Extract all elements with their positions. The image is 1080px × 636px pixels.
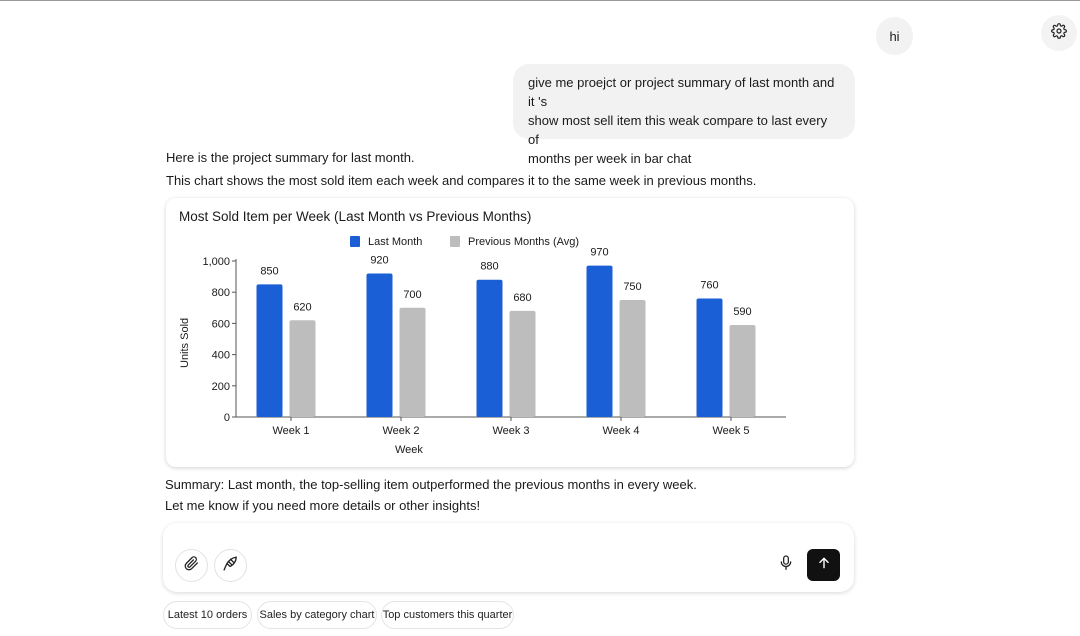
data-label: 620 (293, 301, 311, 313)
x-tick-label: Week 5 (712, 425, 749, 437)
user-message-hi: hi (876, 17, 913, 55)
x-tick-label: Week 3 (492, 425, 529, 437)
y-tick-label: 0 (224, 412, 230, 424)
x-axis-label: Week (395, 444, 423, 456)
chart-card: Most Sold Item per Week (Last Month vs P… (166, 198, 854, 467)
y-tick-label: 200 (212, 381, 230, 393)
suggestion-chip[interactable]: Sales by category chart (257, 601, 377, 629)
message-composer[interactable] (163, 523, 854, 592)
bar-chart: Most Sold Item per Week (Last Month vs P… (179, 209, 786, 456)
settings-button[interactable] (1041, 15, 1077, 51)
data-label: 700 (403, 289, 421, 301)
data-label: 750 (623, 281, 641, 293)
response-summary-line: Let me know if you need more details or … (165, 498, 481, 513)
bar-last-month-4 (586, 265, 613, 417)
data-label: 850 (260, 265, 278, 277)
legend-label: Previous Months (Avg) (468, 236, 579, 248)
y-axis-label: Units Sold (179, 318, 191, 368)
x-tick-label: Week 2 (382, 425, 419, 437)
response-intro-line: This chart shows the most sold item each… (166, 173, 757, 188)
response-summary-line: Summary: Last month, the top-selling ite… (165, 477, 697, 492)
microphone-button[interactable] (775, 552, 797, 578)
chart-title: Most Sold Item per Week (Last Month vs P… (179, 209, 531, 224)
bar-last-month-1 (256, 284, 283, 417)
y-tick-label: 400 (212, 350, 230, 362)
y-tick-label: 600 (212, 318, 230, 330)
microphone-icon (779, 554, 793, 577)
user-message-request: give me proejct or project summary of la… (513, 64, 855, 166)
user-message-line: give me proejct or project summary of la… (528, 75, 835, 109)
bar-last-month-5 (696, 298, 723, 417)
paperclip-icon (184, 555, 199, 576)
arrow-up-icon (817, 556, 831, 575)
x-tick-label: Week 1 (272, 425, 309, 437)
gear-icon (1051, 22, 1067, 44)
send-button[interactable] (807, 549, 840, 581)
y-tick-label: 800 (212, 287, 230, 299)
user-message-text: hi (889, 28, 900, 44)
data-label: 590 (733, 306, 751, 318)
bar-previous-months-4 (619, 300, 646, 417)
bar-previous-months-2 (399, 307, 426, 417)
response-intro-line: Here is the project summary for last mon… (166, 150, 415, 165)
user-message-line: show most sell item this weak compare to… (528, 113, 828, 147)
legend-swatch (450, 236, 460, 247)
legend-swatch (350, 236, 360, 247)
data-label: 760 (700, 279, 718, 291)
suggestion-chip[interactable]: Top customers this quarter (381, 601, 514, 629)
quill-icon (222, 555, 239, 577)
data-label: 880 (480, 261, 498, 273)
chart-legend: Last Month Previous Months (Avg) (350, 236, 579, 248)
bar-previous-months-1 (289, 320, 316, 417)
data-label: 970 (590, 247, 608, 259)
y-tick-label: 1,000 (202, 256, 230, 268)
x-tick-label: Week 4 (602, 425, 639, 437)
tools-button[interactable] (214, 549, 247, 582)
attach-button[interactable] (175, 549, 208, 582)
chart-bars: 850 620 920 700 880 680 970 750 760 590 (256, 247, 756, 417)
bar-previous-months-5 (729, 324, 756, 417)
bar-previous-months-3 (509, 310, 536, 417)
bar-last-month-2 (366, 273, 393, 417)
legend-label: Last Month (368, 236, 422, 248)
data-label: 680 (513, 292, 531, 304)
bar-last-month-3 (476, 279, 503, 417)
user-message-line: months per week in bar chat (528, 151, 692, 166)
suggestion-chip[interactable]: Latest 10 orders (163, 601, 252, 629)
data-label: 920 (370, 254, 388, 266)
